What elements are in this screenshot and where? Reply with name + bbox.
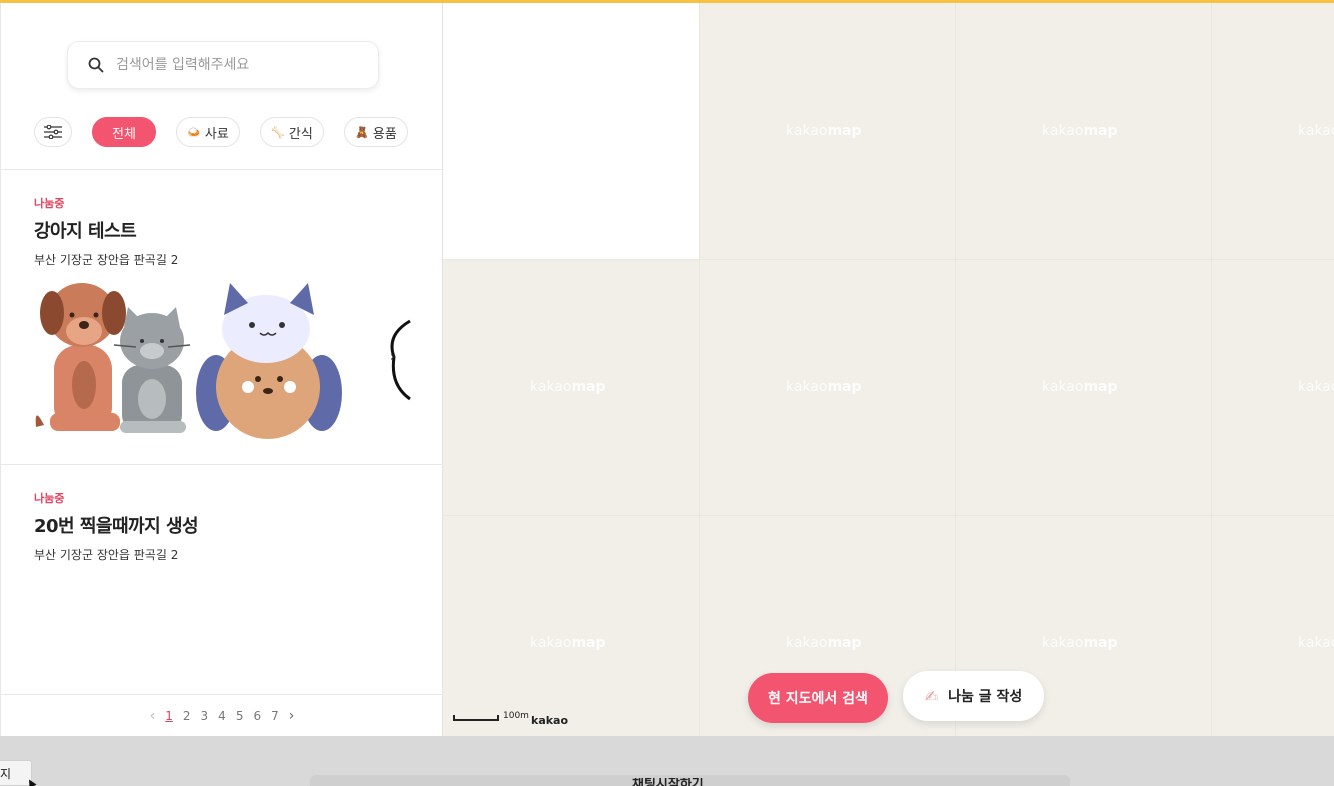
- post-status-badge: 나눔중: [34, 492, 65, 505]
- post-address: 부산 기장군 장안읍 판곡길 2: [34, 548, 179, 562]
- filter-supplies-label: 용품: [372, 126, 397, 142]
- write-post-label: 나눔 글 작성: [948, 689, 1023, 705]
- page-number[interactable]: 3: [201, 709, 209, 723]
- grey-cat-illustration: [113, 307, 191, 433]
- search-icon: [88, 57, 104, 73]
- dog-illustration: [35, 283, 126, 431]
- map-tile-edge: [955, 3, 956, 736]
- page-number[interactable]: 1: [165, 709, 173, 723]
- scale-bar: [453, 715, 499, 721]
- map-watermark: kakaomap: [1298, 379, 1334, 395]
- filter-settings-button[interactable]: [34, 117, 72, 147]
- filter-food-chip[interactable]: 🍛 사료: [176, 117, 240, 147]
- scale-label: 100m: [503, 711, 529, 721]
- side-tab-label: 지: [0, 767, 12, 781]
- toy-icon: 🧸: [355, 125, 369, 139]
- post-status-badge: 나눔중: [34, 197, 65, 210]
- search-box[interactable]: [67, 41, 379, 89]
- search-this-area-button[interactable]: 현 지도에서 검색: [748, 673, 888, 723]
- map-watermark: kakaomap: [1042, 123, 1118, 139]
- food-bowl-icon: 🍛: [187, 125, 201, 139]
- prev-page-arrow[interactable]: ‹: [150, 708, 156, 724]
- write-post-button[interactable]: ✍ 나눔 글 작성: [903, 671, 1044, 721]
- post-title[interactable]: 강아지 테스트: [34, 217, 178, 243]
- map-tile-edge: [443, 259, 1334, 260]
- map-watermark: kakaomap: [786, 123, 862, 139]
- page-number[interactable]: 6: [253, 709, 261, 723]
- map-view[interactable]: kakaomap kakaomap kakaomap kakaomap kaka…: [443, 3, 1334, 736]
- map-tile-edge: [443, 515, 1334, 516]
- filter-supplies-chip[interactable]: 🧸 용품: [344, 117, 408, 147]
- map-scale: 100m: [453, 711, 529, 721]
- pets-illustration: [35, 283, 411, 439]
- map-watermark: kakaomap: [1042, 635, 1118, 651]
- divider: [1, 169, 443, 170]
- page-number[interactable]: 7: [271, 709, 279, 723]
- post-address: 부산 기장군 장안읍 판곡길 2: [34, 253, 179, 267]
- pagination: ‹ 1 2 3 4 5 6 7 ›: [1, 694, 443, 736]
- filter-snack-label: 간식: [288, 126, 313, 142]
- post-card[interactable]: 나눔중 20번 찍을때까지 생성 부산 기장군 장안읍 판곡길 2: [34, 490, 199, 563]
- bone-icon: 🦴: [271, 125, 285, 139]
- filter-all-chip[interactable]: 전체: [92, 117, 156, 147]
- next-page-arrow[interactable]: ›: [289, 708, 295, 724]
- carousel-next-arrow[interactable]: ›: [390, 349, 396, 365]
- bottom-sheet-label[interactable]: 채팅시작하기: [632, 778, 704, 786]
- map-watermark: kakaomap: [786, 379, 862, 395]
- category-filters: 전체 🍛 사료 🦴 간식 🧸 용품: [34, 117, 408, 147]
- filter-food-label: 사료: [204, 126, 229, 142]
- unloaded-map-tile: [443, 3, 699, 259]
- map-watermark: kakaomap: [1042, 379, 1118, 395]
- pencil-icon: ✍: [924, 686, 939, 706]
- map-watermark: kakaomap: [1298, 635, 1334, 651]
- map-watermark: kakaomap: [530, 635, 606, 651]
- page-number[interactable]: 5: [236, 709, 244, 723]
- top-accent-line: [0, 0, 1334, 3]
- sliders-icon: [44, 125, 62, 139]
- search-input[interactable]: [116, 57, 356, 73]
- post-image-carousel[interactable]: ›: [34, 275, 411, 439]
- map-watermark: kakaomap: [786, 635, 862, 651]
- map-tile-edge: [1211, 3, 1212, 736]
- map-watermark: kakaomap: [1298, 123, 1334, 139]
- page-number[interactable]: 2: [183, 709, 191, 723]
- filter-snack-chip[interactable]: 🦴 간식: [260, 117, 324, 147]
- page-number[interactable]: 4: [218, 709, 226, 723]
- kakao-logo: kakao: [531, 714, 569, 727]
- map-watermark: kakaomap: [530, 379, 606, 395]
- sidebar: 전체 🍛 사료 🦴 간식 🧸 용품 나눔중 강아지 테스트 부산 기장군 장안읍…: [0, 3, 443, 736]
- map-tile-edge: [699, 3, 700, 736]
- post-title[interactable]: 20번 찍을때까지 생성: [34, 512, 199, 538]
- round-dog-and-cat-illustration: [196, 283, 342, 439]
- divider: [1, 464, 443, 465]
- post-card[interactable]: 나눔중 강아지 테스트 부산 기장군 장안읍 판곡길 2: [34, 195, 178, 268]
